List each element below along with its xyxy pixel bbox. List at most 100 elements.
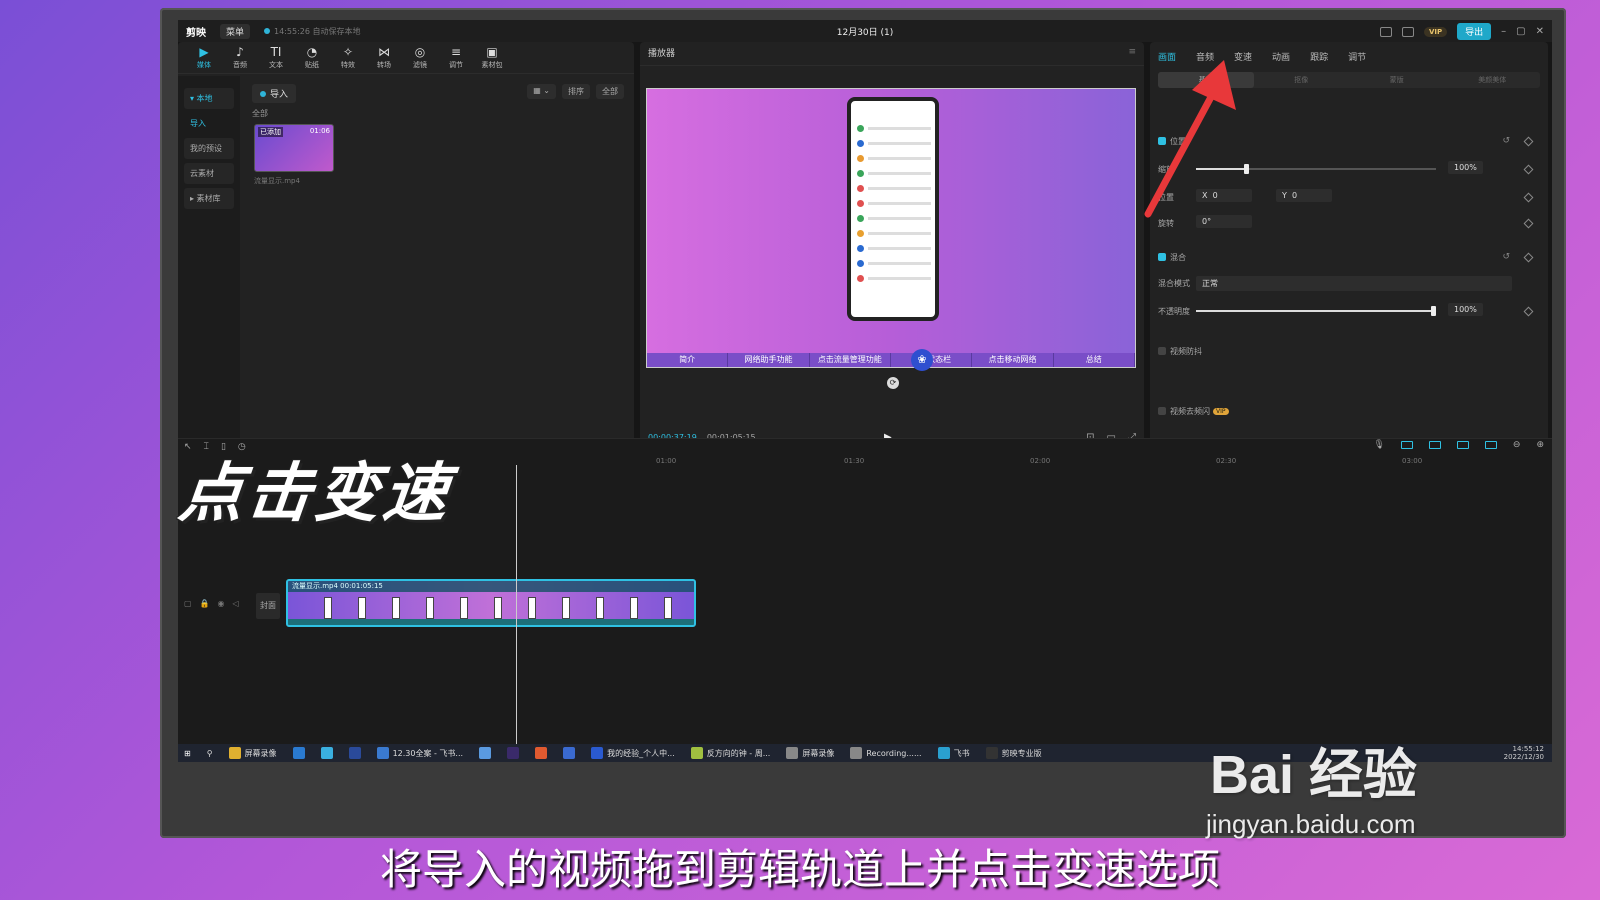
video-clip[interactable]: 流量显示.mp4 00:01:05:15 — [286, 579, 696, 627]
taskbar-item[interactable] — [320, 747, 333, 759]
zoom-out-icon[interactable]: ⊖ — [1513, 440, 1521, 450]
taskbar-item[interactable] — [348, 747, 361, 759]
rotate-handle-icon[interactable]: ⟳ — [887, 377, 899, 389]
taskbar-item[interactable]: 剪映专业版 — [985, 747, 1042, 759]
opacity-value[interactable]: 100% — [1448, 303, 1483, 316]
zoom-in-icon[interactable]: ⊕ — [1536, 440, 1544, 450]
subtab-chroma[interactable]: 抠像 — [1254, 72, 1350, 88]
snap-icon[interactable] — [1456, 441, 1469, 449]
taskbar-item[interactable]: 反方向的钟 - 周... — [690, 747, 770, 759]
tab-animation[interactable]: 动画 — [1272, 50, 1290, 68]
nav-import[interactable]: 导入 — [184, 113, 234, 134]
maximize-icon[interactable]: ▢ — [1516, 26, 1525, 37]
link-icon[interactable] — [1400, 441, 1413, 449]
y-field[interactable]: Y 0 — [1276, 189, 1332, 202]
subtitle-caption: 将导入的视频拖到剪辑轨道上并点击变速选项 — [379, 845, 1220, 894]
tool-sticker[interactable]: ◔ 贴纸 — [294, 44, 330, 71]
taskbar-item[interactable] — [563, 747, 576, 759]
project-title: 12月30日 (1) — [836, 27, 894, 38]
tool-text[interactable]: TI 文本 — [258, 44, 294, 71]
tool-effects[interactable]: ✧ 特效 — [330, 44, 366, 71]
taskbar-item[interactable]: 我的经验_个人中... — [591, 747, 675, 759]
mic-icon[interactable]: 🎙 — [1373, 440, 1384, 450]
chapter-item: 点击移动网络 — [972, 353, 1054, 367]
autosave-status: 14:55:26 自动保存本地 — [264, 26, 361, 37]
layout-icon[interactable] — [1401, 26, 1414, 37]
taskbar-item[interactable]: 屏幕录像 — [228, 747, 277, 759]
all-filter-button[interactable]: 全部 — [596, 84, 624, 99]
tool-adjust[interactable]: ≡ 调节 — [438, 44, 474, 71]
nav-local[interactable]: ▾ 本地 — [184, 88, 234, 109]
denoise-checkbox[interactable] — [1158, 407, 1166, 415]
preview-canvas[interactable]: 简介 网络助手功能 点击流量管理功能 知与状态栏 点击移动网络 总结 ❀ — [646, 88, 1136, 371]
keyframe-icon[interactable] — [1523, 136, 1534, 146]
tool-package[interactable]: ▣ 素材包 — [474, 44, 510, 71]
lock-icon[interactable]: 🔒 — [200, 599, 210, 608]
view-toggle[interactable]: ▦ ⌄ — [527, 84, 556, 99]
menu-button[interactable]: 菜单 — [220, 23, 251, 39]
subtab-beauty[interactable]: 美颜美体 — [1445, 72, 1541, 88]
chapter-item: 点击流量管理功能 — [810, 353, 891, 367]
reset-icon[interactable]: ↺ — [1502, 252, 1510, 262]
tool-transition[interactable]: ⋈ 转场 — [366, 44, 402, 71]
preview-axis-icon[interactable] — [1484, 441, 1497, 449]
app-icon — [228, 747, 241, 759]
subtab-mask[interactable]: 蒙版 — [1349, 72, 1445, 88]
nav-cloud[interactable]: 云素材 — [184, 163, 234, 184]
keyframe-icon[interactable] — [1523, 252, 1534, 262]
keyframe-icon[interactable] — [1523, 164, 1534, 174]
blend-checkbox[interactable] — [1158, 253, 1166, 261]
shortcut-icon[interactable] — [1379, 26, 1392, 37]
vip-badge[interactable]: VIP — [1423, 26, 1448, 37]
keyframe-icon[interactable] — [1523, 192, 1534, 202]
minimize-icon[interactable]: – — [1501, 26, 1506, 37]
taskbar-item[interactable] — [535, 747, 548, 759]
tool-audio[interactable]: ♪ 音频 — [222, 44, 258, 71]
taskbar-item[interactable]: 屏幕录像 — [786, 747, 834, 759]
tool-filter[interactable]: ◎ 滤镜 — [402, 44, 438, 71]
blend-mode-select[interactable]: 正常 — [1196, 276, 1512, 291]
opacity-slider[interactable] — [1196, 306, 1437, 316]
close-icon[interactable]: ✕ — [1536, 26, 1544, 37]
text-icon: TI — [270, 45, 282, 59]
taskbar-item[interactable] — [479, 747, 492, 759]
eye-icon[interactable]: ◉ — [218, 599, 225, 608]
taskbar-item[interactable] — [292, 747, 305, 759]
tab-tracking[interactable]: 跟踪 — [1310, 50, 1328, 68]
cover-button[interactable]: 封面 — [256, 593, 280, 619]
playhead[interactable] — [516, 465, 517, 747]
autosave-icon — [264, 28, 271, 34]
nav-presets[interactable]: 我的预设 — [184, 138, 234, 159]
tool-media[interactable]: ▶ 媒体 — [186, 44, 222, 71]
reset-icon[interactable]: ↺ — [1502, 136, 1510, 146]
title-bar-actions: VIP 导出 – ▢ ✕ — [1379, 23, 1544, 40]
windows-start-icon[interactable]: ⊞ — [184, 749, 191, 758]
app-icon — [348, 747, 361, 759]
taskbar-item[interactable]: Recording...... — [850, 747, 922, 759]
media-thumbnail[interactable]: 已添加 01:06 — [254, 124, 334, 172]
baidu-watermark: Bai 经验 jingyan.baidu.com — [1206, 730, 1417, 840]
taskbar-item[interactable] — [507, 747, 520, 759]
keyframe-icon[interactable] — [1523, 218, 1534, 228]
app-icon — [507, 747, 520, 759]
export-button[interactable]: 导出 — [1457, 23, 1492, 40]
track-toggle-icon[interactable]: ▢ — [184, 599, 192, 608]
player-menu-icon[interactable]: ≡ — [1128, 47, 1136, 57]
timeline-right-tools: 🎙 ⊖ ⊕ — [1373, 440, 1544, 450]
mute-icon[interactable]: ◁ — [233, 599, 239, 608]
ruler-tick: 02:30 — [1216, 457, 1237, 465]
keyframe-icon[interactable] — [1523, 306, 1534, 316]
nav-library[interactable]: ▸ 素材库 — [184, 188, 234, 209]
taskbar-item[interactable]: 飞书 — [937, 747, 970, 759]
import-button[interactable]: 导入 — [252, 84, 297, 103]
tab-adjust[interactable]: 调节 — [1348, 50, 1366, 68]
scale-value[interactable]: 100% — [1448, 161, 1483, 174]
stabilize-checkbox[interactable] — [1158, 347, 1166, 355]
search-icon[interactable]: ⚲ — [207, 749, 213, 758]
all-label: 全部 — [252, 109, 268, 118]
sort-button[interactable]: 排序 — [562, 84, 590, 99]
taskbar-item[interactable]: 12.30全案 - 飞书... — [376, 747, 463, 759]
media-icon: ▶ — [199, 45, 209, 59]
red-arrow-annotation — [1144, 60, 1236, 218]
magnet-icon[interactable] — [1428, 441, 1441, 449]
